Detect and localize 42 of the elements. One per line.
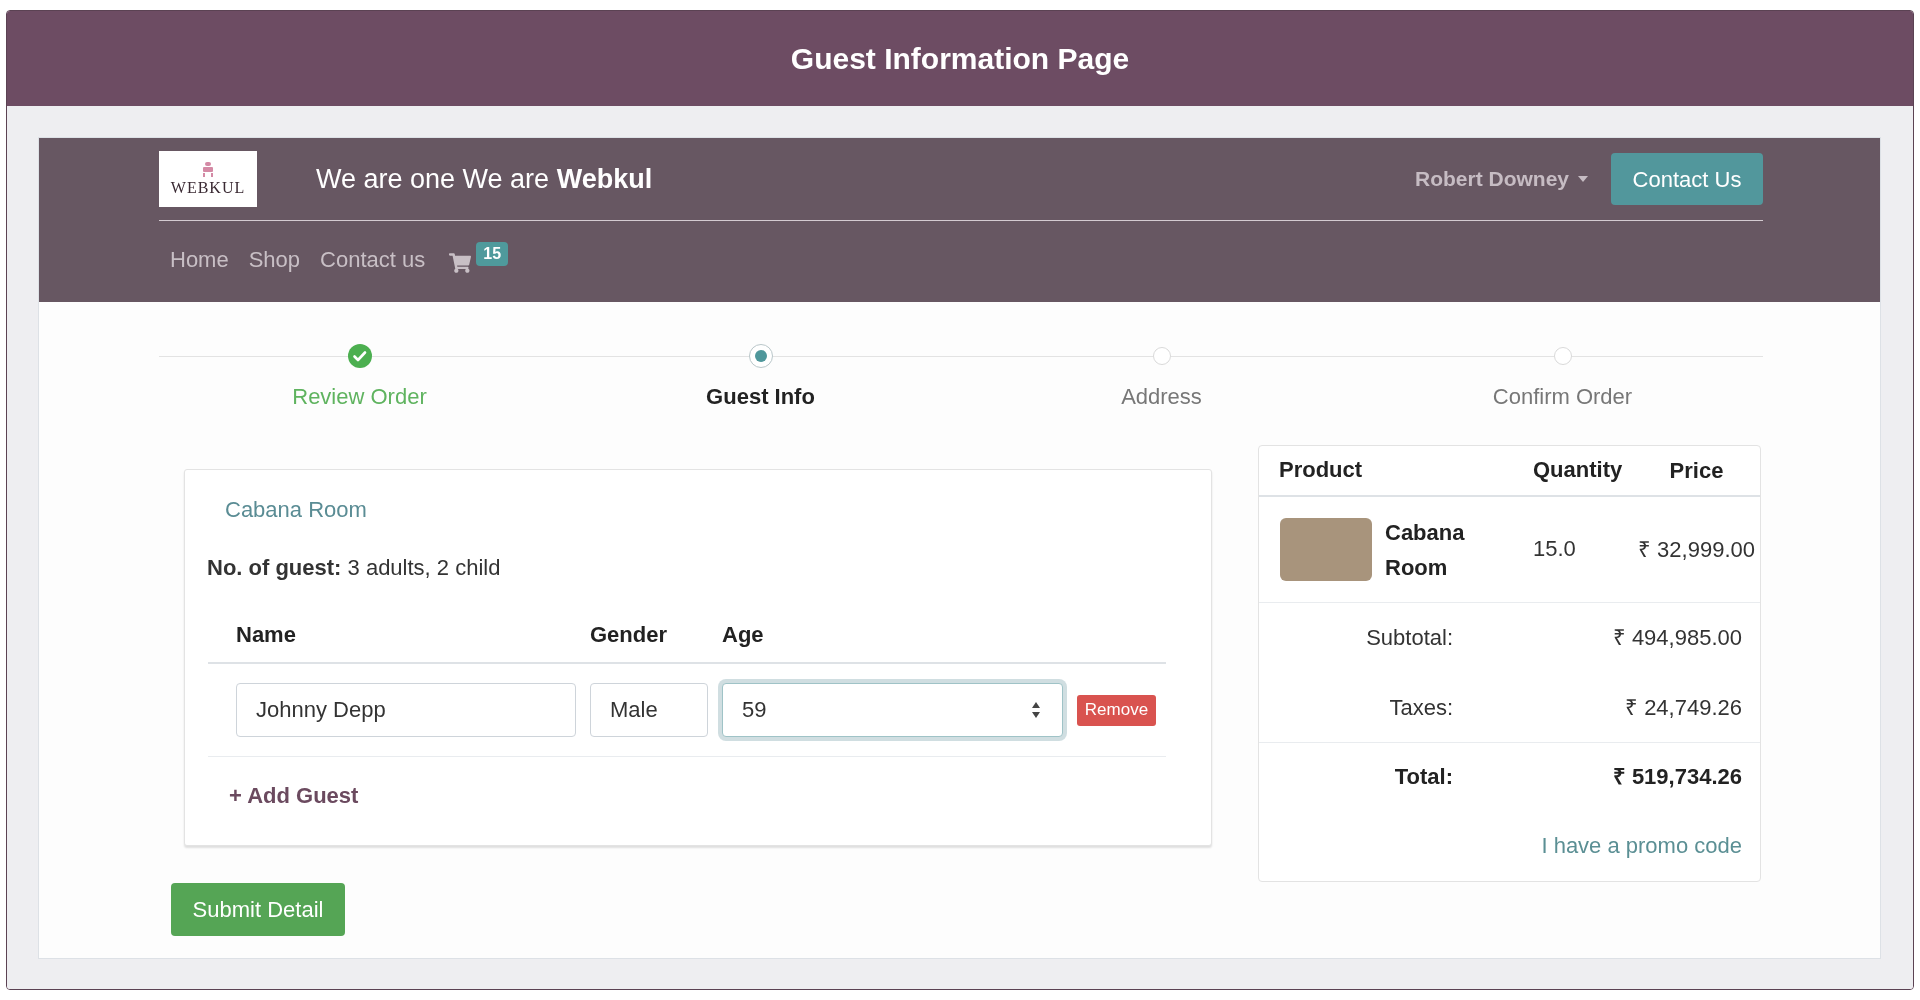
promo-code-link[interactable]: I have a promo code xyxy=(1541,833,1742,859)
product-name: Cabana Room xyxy=(1385,518,1466,582)
step-label: Guest Info xyxy=(706,384,815,410)
quantity: 15.0 xyxy=(1533,536,1576,561)
nav-link[interactable]: Home xyxy=(170,246,229,274)
step-label: Review Order xyxy=(292,384,427,410)
column-header: Gender xyxy=(590,622,668,647)
remove-button[interactable]: Remove xyxy=(1077,694,1156,726)
caret-icon xyxy=(1578,176,1588,182)
nav-link[interactable]: Contact us xyxy=(320,246,426,274)
contact-us-button[interactable]: Contact Us xyxy=(1611,153,1763,205)
page-title: Guest Information Page xyxy=(790,40,1130,77)
total-value: ₹ 519,734.26 xyxy=(1612,764,1742,790)
logo[interactable]: WEBKUL xyxy=(159,151,257,207)
step-label: Confirm Order xyxy=(1492,384,1633,410)
age-input[interactable]: 59 xyxy=(722,683,1063,737)
spinner-icon[interactable] xyxy=(1031,700,1041,720)
total-value: ₹ 494,985.00 xyxy=(1612,625,1742,651)
logo-icon xyxy=(202,161,214,177)
site-tagline: We are one We are Webkul xyxy=(316,163,653,195)
nav-link[interactable]: Shop xyxy=(248,246,301,274)
total-label: Subtotal: xyxy=(1366,625,1453,651)
column-header: Price xyxy=(1669,457,1724,484)
column-header: Name xyxy=(236,622,296,647)
gender-input[interactable]: Male xyxy=(590,683,708,737)
room-title: Cabana Room xyxy=(225,497,367,522)
column-header: Product xyxy=(1279,457,1363,482)
price: ₹ 32,999.00 xyxy=(1638,536,1755,563)
column-header: Quantity xyxy=(1533,457,1623,482)
column-header: Age xyxy=(722,622,764,647)
name-input[interactable]: Johnny Depp xyxy=(236,683,576,737)
submit-detail-button[interactable]: Submit Detail xyxy=(171,883,345,936)
cart-icon[interactable] xyxy=(449,253,472,273)
logo-text: WEBKUL xyxy=(170,178,246,197)
add-guest-link[interactable]: + Add Guest xyxy=(229,783,359,808)
total-value: ₹ 24,749.26 xyxy=(1625,694,1742,721)
user-menu[interactable]: Robert Downey xyxy=(1415,163,1588,195)
total-label: Taxes: xyxy=(1389,694,1453,721)
cart-count-badge: 15 xyxy=(476,242,509,266)
guest-count: No. of guest: 3 adults, 2 child xyxy=(207,555,501,580)
step-label: Address xyxy=(1121,384,1202,410)
total-label: Total: xyxy=(1394,764,1453,790)
